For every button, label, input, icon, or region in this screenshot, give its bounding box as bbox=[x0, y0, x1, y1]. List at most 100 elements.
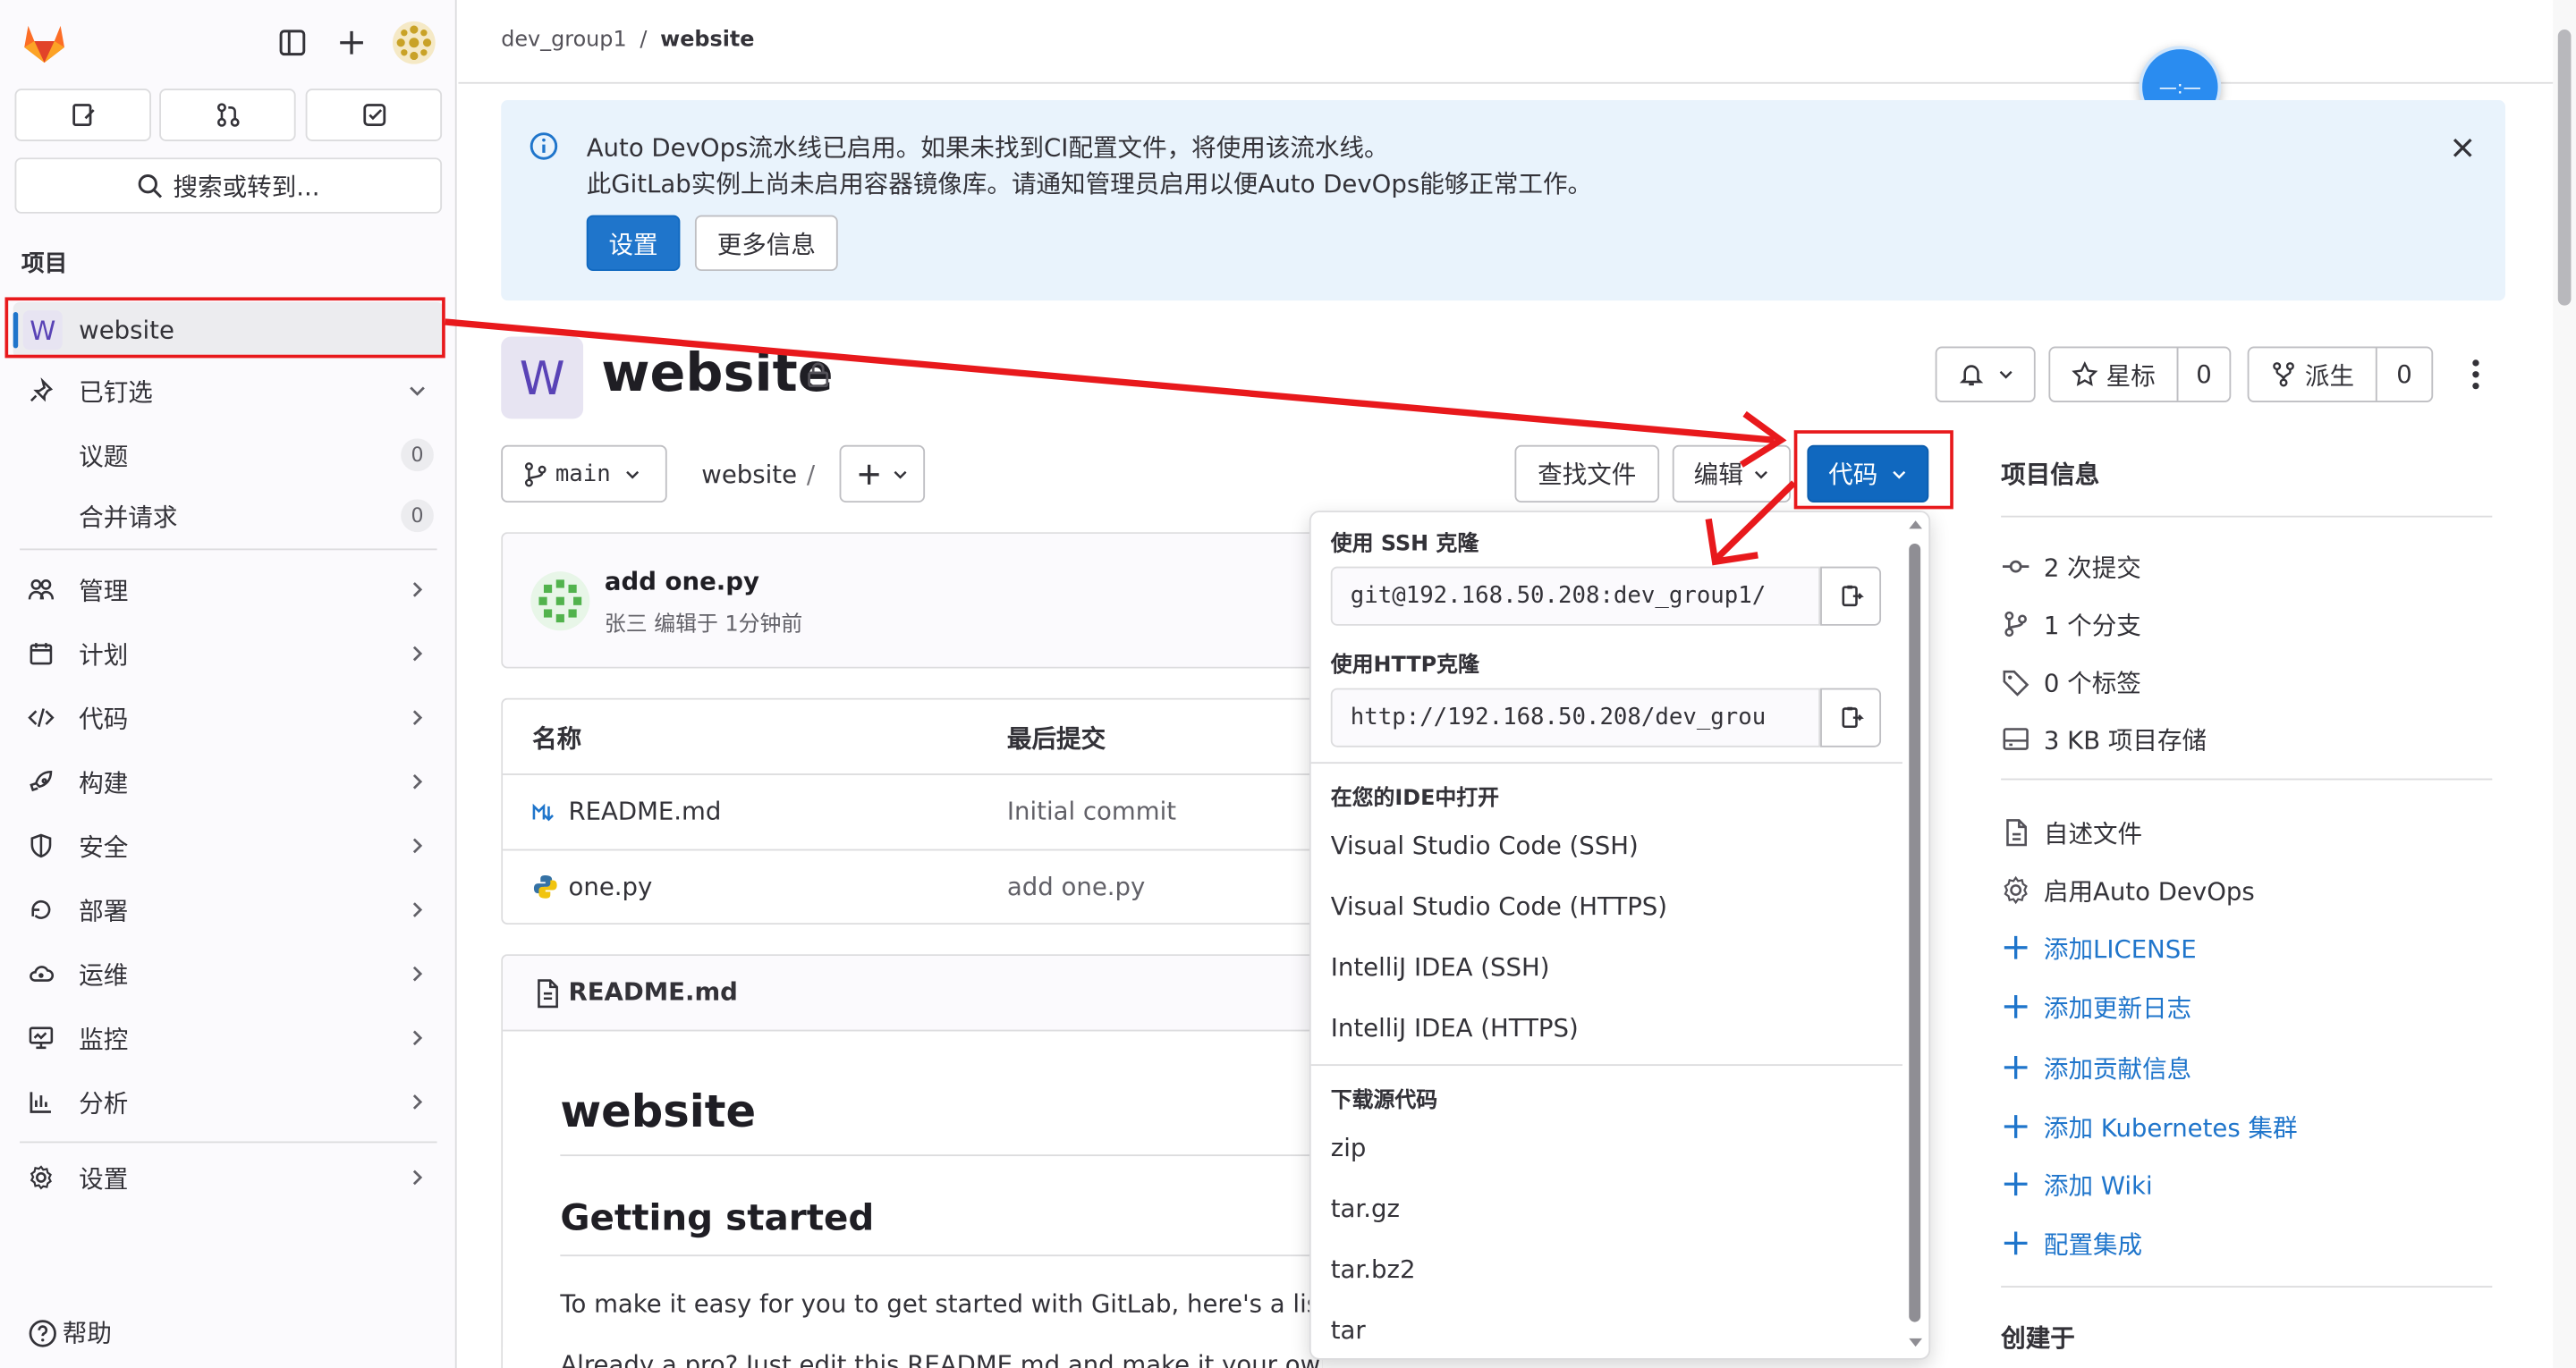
readme-link[interactable]: 自述文件 bbox=[2001, 816, 2142, 849]
dropdown-scrollbar[interactable] bbox=[1904, 514, 1928, 1356]
menu-item-intellij-https[interactable]: IntelliJ IDEA (HTTPS) bbox=[1331, 1013, 1579, 1043]
help-icon bbox=[29, 1319, 56, 1347]
sidebar-item-deploy[interactable]: 部署 bbox=[13, 882, 444, 937]
issues-shortcut-button[interactable] bbox=[14, 89, 151, 141]
sidebar-plan-label: 计划 bbox=[79, 639, 129, 670]
alert-settings-button[interactable]: 设置 bbox=[586, 215, 681, 272]
sidebar-item-pinned[interactable]: 已钉选 bbox=[13, 363, 444, 418]
file-name[interactable]: one.py bbox=[569, 872, 653, 901]
menu-item-download-tar-bz2[interactable]: tar.bz2 bbox=[1331, 1254, 1416, 1284]
menu-item-vscode-https[interactable]: Visual Studio Code (HTTPS) bbox=[1331, 891, 1667, 921]
notification-dropdown[interactable] bbox=[1935, 346, 2036, 402]
close-icon[interactable] bbox=[2450, 135, 2476, 161]
commit-message[interactable]: add one.py bbox=[605, 567, 759, 596]
sidebar-item-plan[interactable]: 计划 bbox=[13, 626, 444, 681]
sidebar-item-operate[interactable]: 运维 bbox=[13, 946, 444, 1001]
sidebar-merge-requests-label: 合并请求 bbox=[79, 502, 178, 532]
sidebar-item-analyze[interactable]: 分析 bbox=[13, 1074, 444, 1129]
configure-integrations-link[interactable]: 配置集成 bbox=[2001, 1227, 2142, 1260]
menu-item-download-tar-gz[interactable]: tar.gz bbox=[1331, 1194, 1400, 1223]
enable-auto-devops-link[interactable]: 启用Auto DevOps bbox=[2001, 874, 2255, 907]
branch-selector[interactable]: main bbox=[501, 444, 667, 503]
page-scrollbar-thumb[interactable] bbox=[2557, 30, 2572, 306]
menu-item-intellij-ssh[interactable]: IntelliJ IDEA (SSH) bbox=[1331, 952, 1550, 982]
create-new-icon[interactable] bbox=[337, 28, 367, 57]
gitlab-logo-icon[interactable] bbox=[20, 18, 69, 67]
fork-icon bbox=[2273, 362, 2294, 387]
storage-stat[interactable]: 3 KB 项目存储 bbox=[2001, 722, 2207, 756]
edit-dropdown[interactable]: 编辑 bbox=[1672, 444, 1792, 503]
menu-item-download-tar[interactable]: tar bbox=[1331, 1315, 1366, 1345]
user-avatar[interactable] bbox=[392, 21, 436, 64]
sidebar-item-merge-requests[interactable]: 合并请求 0 bbox=[13, 488, 444, 544]
branch-name: main bbox=[555, 460, 611, 487]
merge-requests-shortcut-button[interactable] bbox=[159, 89, 296, 141]
issues-count-badge: 0 bbox=[401, 438, 434, 472]
commit-author-avatar[interactable] bbox=[530, 571, 590, 631]
deploy-icon bbox=[31, 899, 51, 919]
auto-devops-alert: Auto DevOps流水线已启用。如果未找到CI配置文件，将使用该流水线。 此… bbox=[501, 100, 2506, 301]
commits-stat[interactable]: 2 次提交 bbox=[2001, 550, 2141, 583]
ssh-url-input[interactable]: git@192.168.50.208:dev_group1/ bbox=[1330, 566, 1821, 626]
page-scrollbar[interactable] bbox=[2553, 0, 2576, 1368]
breadcrumb-group-link[interactable]: dev_group1 bbox=[501, 28, 626, 53]
table-row[interactable]: README.md Initial commit bbox=[503, 775, 1325, 851]
branches-stat[interactable]: 1 个分支 bbox=[2001, 608, 2141, 641]
add-kubernetes-cluster-link[interactable]: 添加 Kubernetes 集群 bbox=[2001, 1110, 2298, 1144]
readme-header-title[interactable]: README.md bbox=[569, 977, 738, 1007]
sidebar-item-issues[interactable]: 议题 0 bbox=[13, 427, 444, 483]
tags-stat[interactable]: 0 个标签 bbox=[2001, 665, 2141, 698]
sidebar-item-code[interactable]: 代码 bbox=[13, 689, 444, 745]
sidebar-deploy-label: 部署 bbox=[79, 895, 129, 925]
plus-icon bbox=[2004, 1115, 2028, 1138]
table-row[interactable]: one.py add one.py bbox=[503, 850, 1324, 925]
add-to-tree-dropdown[interactable] bbox=[839, 444, 926, 503]
add-license-label: 添加LICENSE bbox=[2043, 933, 2197, 964]
file-name[interactable]: README.md bbox=[569, 797, 722, 826]
search-button[interactable]: 搜索或转到... bbox=[14, 157, 443, 214]
breadcrumb-project-link[interactable]: website bbox=[660, 28, 754, 53]
sidebar-security-label: 安全 bbox=[79, 832, 129, 862]
file-last-commit[interactable]: Initial commit bbox=[1007, 797, 1176, 826]
star-count[interactable]: 0 bbox=[2176, 346, 2232, 402]
sidebar-item-security[interactable]: 安全 bbox=[13, 818, 444, 874]
copy-http-url-button[interactable] bbox=[1820, 688, 1882, 747]
dropdown-scrollbar-thumb[interactable] bbox=[1909, 543, 1921, 1322]
repo-path-root[interactable]: website bbox=[701, 460, 797, 489]
find-file-button[interactable]: 查找文件 bbox=[1514, 444, 1660, 503]
fork-count[interactable]: 0 bbox=[2375, 346, 2434, 402]
add-wiki-link[interactable]: 添加 Wiki bbox=[2001, 1168, 2153, 1201]
info-icon bbox=[530, 132, 558, 160]
copy-ssh-url-button[interactable] bbox=[1820, 566, 1882, 626]
chevron-right-icon bbox=[412, 1170, 423, 1186]
readme-h2-rule bbox=[560, 1254, 1323, 1257]
sidebar-item-build[interactable]: 构建 bbox=[13, 754, 444, 809]
star-button[interactable]: 星标 bbox=[2048, 346, 2179, 402]
scroll-up-arrow-icon[interactable] bbox=[1907, 518, 1923, 531]
storage-icon bbox=[2003, 728, 2029, 750]
scroll-down-arrow-icon[interactable] bbox=[1907, 1337, 1923, 1350]
http-url-input[interactable]: http://192.168.50.208/dev_grou bbox=[1330, 688, 1821, 747]
commit-icon bbox=[2002, 560, 2029, 573]
breadcrumb-separator: / bbox=[640, 28, 648, 53]
star-label: 星标 bbox=[2106, 360, 2156, 391]
help-button[interactable]: 帮助 bbox=[28, 1315, 112, 1350]
alert-more-info-button[interactable]: 更多信息 bbox=[694, 215, 838, 272]
plus-icon bbox=[2004, 1231, 2028, 1255]
add-license-link[interactable]: 添加LICENSE bbox=[2001, 931, 2197, 964]
sidebar-item-manage[interactable]: 管理 bbox=[13, 562, 444, 617]
more-actions-icon[interactable] bbox=[2464, 358, 2487, 391]
file-last-commit[interactable]: add one.py bbox=[1007, 872, 1145, 901]
sidebar-item-monitor[interactable]: 监控 bbox=[13, 1010, 444, 1066]
menu-item-vscode-ssh[interactable]: Visual Studio Code (SSH) bbox=[1331, 831, 1639, 860]
add-changelog-link[interactable]: 添加更新日志 bbox=[2001, 991, 2191, 1024]
http-url-text: http://192.168.50.208/dev_grou bbox=[1350, 704, 1767, 731]
menu-item-download-zip[interactable]: zip bbox=[1331, 1133, 1367, 1162]
branches-stat-label: 1 个分支 bbox=[2043, 610, 2141, 640]
todos-shortcut-button[interactable] bbox=[305, 89, 443, 141]
add-contributing-link[interactable]: 添加贡献信息 bbox=[2001, 1051, 2191, 1085]
sidebar-toggle-icon[interactable] bbox=[277, 28, 307, 57]
sidebar-item-settings[interactable]: 设置 bbox=[13, 1150, 444, 1205]
fork-button[interactable]: 派生 bbox=[2247, 346, 2377, 402]
readme-h2: Getting started bbox=[560, 1198, 875, 1240]
